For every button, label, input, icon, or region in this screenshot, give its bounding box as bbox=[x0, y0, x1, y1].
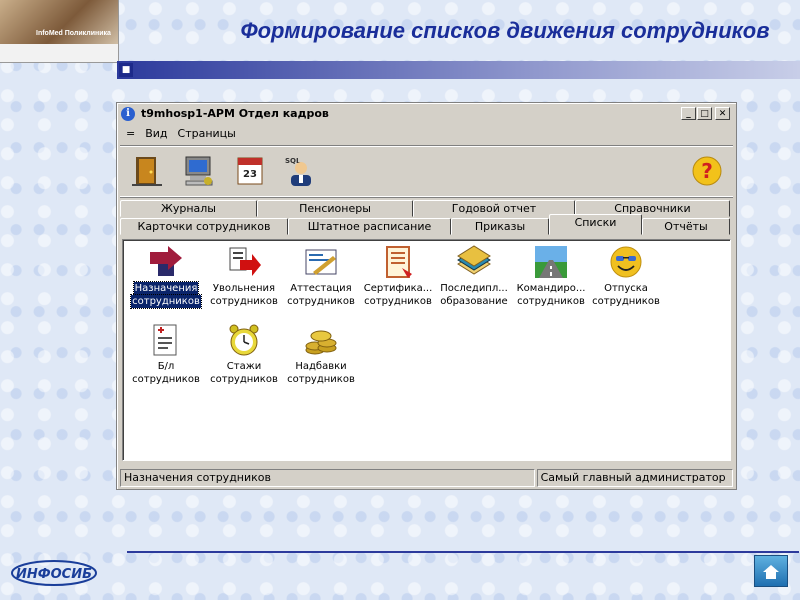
logo-brand: InfoMed Поликлиника bbox=[36, 30, 111, 37]
footer-divider bbox=[127, 551, 799, 553]
tab-journals[interactable]: Журналы bbox=[120, 200, 257, 217]
smiley-sunglasses-icon bbox=[610, 246, 642, 278]
tab-orders[interactable]: Приказы bbox=[451, 218, 549, 235]
menu-system[interactable]: = bbox=[121, 125, 140, 143]
item-label-line1: Стажи bbox=[226, 361, 262, 372]
list-item[interactable]: Б/л сотрудников bbox=[128, 318, 204, 390]
books-icon bbox=[457, 245, 491, 275]
infosib-logo: ИНФОСИБ bbox=[11, 560, 97, 586]
tab-staff-schedule[interactable]: Штатное расписание bbox=[288, 218, 451, 235]
list-item[interactable]: Надбавки сотрудников bbox=[283, 318, 359, 390]
tab-strip: Журналы Пенсионеры Годовой отчет Справоч… bbox=[120, 200, 733, 238]
item-label-line1: Аттестация bbox=[290, 283, 352, 294]
list-item[interactable]: Аттестация сотрудников bbox=[283, 240, 359, 312]
calendar-icon: 23 bbox=[237, 157, 263, 185]
calendar-day-text: 23 bbox=[243, 169, 257, 180]
status-selected-item: Назначения сотрудников bbox=[120, 469, 535, 487]
item-label-line2: сотрудников bbox=[364, 296, 432, 307]
item-label-line1: Увольнения bbox=[212, 283, 276, 294]
status-bar: Назначения сотрудников Самый главный адм… bbox=[120, 469, 733, 487]
status-user: Самый главный администратор bbox=[536, 469, 733, 487]
menu-view[interactable]: Вид bbox=[140, 125, 172, 143]
home-icon bbox=[763, 565, 779, 579]
help-mark: ? bbox=[701, 159, 713, 183]
item-label-line2: сотрудников bbox=[130, 294, 202, 309]
lists-panel: Назначения сотрудников Увольнения сотруд… bbox=[122, 239, 731, 461]
item-label-line2: сотрудников bbox=[210, 374, 278, 385]
window-title: t9mhosp1-АРМ Отдел кадров bbox=[141, 107, 329, 120]
item-label-line2: образование bbox=[440, 296, 508, 307]
list-item[interactable]: Отпуска сотрудников bbox=[588, 240, 664, 312]
item-label-line2: сотрудников bbox=[132, 374, 200, 385]
logo-caption-area bbox=[0, 44, 118, 62]
close-button[interactable]: ✕ bbox=[715, 107, 730, 120]
maximize-button[interactable]: □ bbox=[697, 107, 712, 120]
item-label-line2: сотрудников bbox=[210, 296, 278, 307]
coins-icon bbox=[305, 330, 337, 355]
tab-pensioners[interactable]: Пенсионеры bbox=[257, 200, 413, 217]
menu-pages[interactable]: Страницы bbox=[173, 125, 241, 143]
item-label-line2: сотрудников bbox=[287, 296, 355, 307]
item-label-line1: Назначения bbox=[132, 281, 200, 296]
list-item[interactable]: Сертифика... сотрудников bbox=[360, 240, 436, 312]
list-item[interactable]: Назначения сотрудников bbox=[128, 240, 204, 312]
minimize-button[interactable]: _ bbox=[681, 107, 696, 120]
title-underline-bar: ■ bbox=[117, 61, 800, 79]
item-label-line1: Отпуска bbox=[604, 283, 648, 294]
computer-button[interactable] bbox=[182, 154, 216, 188]
list-item[interactable]: Командиро... сотрудников bbox=[513, 240, 589, 312]
sql-user-button[interactable]: SQL bbox=[283, 154, 317, 188]
list-item[interactable]: Увольнения сотрудников bbox=[206, 240, 282, 312]
tab-employee-cards[interactable]: Карточки сотрудников bbox=[120, 218, 288, 235]
app-window: i t9mhosp1-АРМ Отдел кадров _ □ ✕ = Вид … bbox=[116, 102, 737, 490]
item-label-line2: сотрудников bbox=[287, 374, 355, 385]
alarm-clock-icon bbox=[229, 324, 259, 356]
tab-reports[interactable]: Отчёты bbox=[642, 218, 730, 235]
home-nav-button[interactable] bbox=[754, 555, 788, 587]
item-label-line1: Б/л bbox=[157, 361, 175, 372]
sql-user-icon: SQL bbox=[285, 157, 311, 186]
toolbar: 23 SQL ? bbox=[120, 145, 733, 197]
calendar-button[interactable]: 23 bbox=[233, 154, 267, 188]
help-button[interactable]: ? bbox=[690, 154, 724, 188]
bullet-square-icon: ■ bbox=[119, 63, 133, 77]
sick-leave-icon bbox=[153, 324, 177, 356]
item-label-line2: сотрудников bbox=[517, 296, 585, 307]
slide-title: Формирование списков движения сотруднико… bbox=[240, 18, 770, 43]
menu-bar: = Вид Страницы bbox=[121, 125, 241, 143]
list-item[interactable]: Последипл... образование bbox=[436, 240, 512, 312]
list-item[interactable]: Стажи сотрудников bbox=[206, 318, 282, 390]
exit-door-icon bbox=[132, 157, 162, 186]
pencil-doc-icon bbox=[305, 249, 337, 275]
doc-arrow-icon bbox=[229, 247, 261, 276]
certificate-icon bbox=[386, 246, 412, 278]
road-icon bbox=[535, 246, 567, 278]
item-label-line1: Последипл... bbox=[440, 283, 508, 294]
infosib-text: ИНФОСИБ bbox=[16, 567, 92, 582]
window-titlebar[interactable]: i t9mhosp1-АРМ Отдел кадров _ □ ✕ bbox=[119, 105, 734, 123]
item-label-line1: Надбавки bbox=[295, 361, 347, 372]
corner-logo: InfoMed Поликлиника bbox=[0, 0, 119, 63]
tab-lists[interactable]: Списки bbox=[549, 214, 642, 235]
exit-door-button[interactable] bbox=[130, 154, 164, 188]
info-icon: i bbox=[121, 107, 135, 121]
arrow-right-icon bbox=[150, 246, 182, 276]
item-label-line1: Сертифика... bbox=[363, 283, 433, 294]
computer-icon bbox=[185, 156, 213, 186]
help-icon: ? bbox=[692, 156, 722, 186]
item-label-line2: сотрудников bbox=[592, 296, 660, 307]
item-label-line1: Командиро... bbox=[516, 283, 586, 294]
